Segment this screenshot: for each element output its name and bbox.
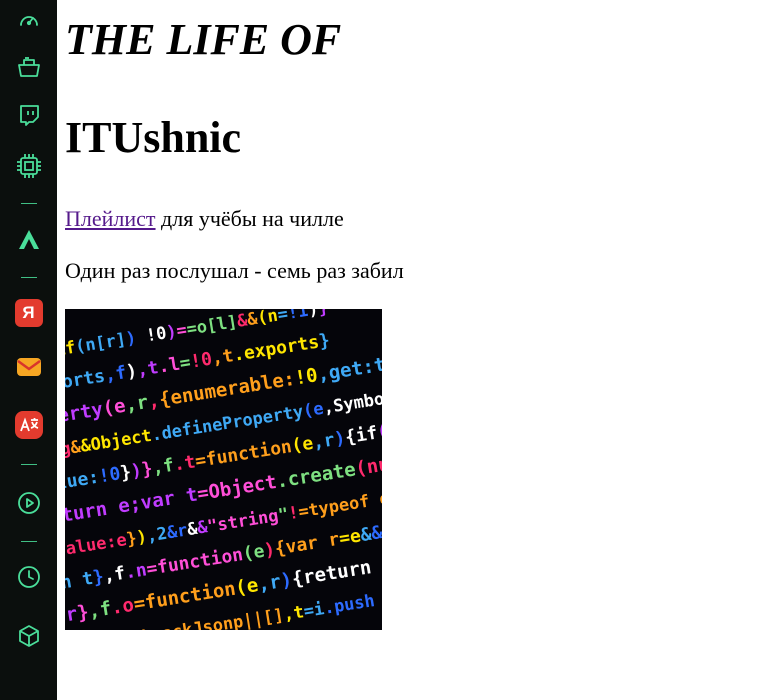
chip-icon xyxy=(15,152,43,185)
sidebar-item-cube[interactable] xyxy=(0,612,57,664)
playlist-text: для учёбы на чилле xyxy=(155,206,344,231)
cart-icon xyxy=(16,54,42,85)
twitch-icon xyxy=(17,103,41,132)
quote-paragraph: Один раз послушал - семь раз забил xyxy=(65,258,404,283)
mail-icon xyxy=(15,353,43,386)
sidebar-divider xyxy=(20,541,37,542)
sidebar-item-aliexpress[interactable] xyxy=(0,211,57,273)
page-title-line2: ITUshnic xyxy=(65,113,242,162)
sidebar-item-translate[interactable] xyxy=(0,396,57,454)
sidebar-item-twitch[interactable] xyxy=(0,94,57,140)
sidebar-item-yandex[interactable]: Я xyxy=(0,284,57,342)
sidebar-item-chip[interactable] xyxy=(0,140,57,196)
speedometer-icon xyxy=(17,8,41,37)
aliexpress-icon xyxy=(16,227,42,258)
yandex-icon: Я xyxy=(14,299,43,327)
sidebar-item-mail[interactable] xyxy=(0,342,57,396)
sidebar-divider xyxy=(20,277,37,278)
playlist-paragraph: Плейлист для учёбы на чилле xyxy=(65,206,344,232)
playlist-link[interactable]: Плейлист xyxy=(65,206,156,231)
sidebar-item-cart[interactable] xyxy=(0,44,57,94)
sidebar-item-play[interactable] xyxy=(0,469,57,541)
cube-icon xyxy=(17,624,41,653)
sidebar-divider xyxy=(20,203,37,204)
code-image: t){if(n[r]) !0)==o[l]&&(n=!1)}exports,f)… xyxy=(65,309,382,630)
play-icon xyxy=(17,491,41,520)
sidebar: Я xyxy=(0,0,57,700)
sidebar-item-history[interactable] xyxy=(0,546,57,612)
clock-icon xyxy=(17,565,41,594)
page-title-line1: THE LIFE OF xyxy=(65,15,342,64)
sidebar-item-speed[interactable] xyxy=(0,0,57,44)
sidebar-divider xyxy=(20,464,37,465)
translate-icon xyxy=(14,411,43,439)
